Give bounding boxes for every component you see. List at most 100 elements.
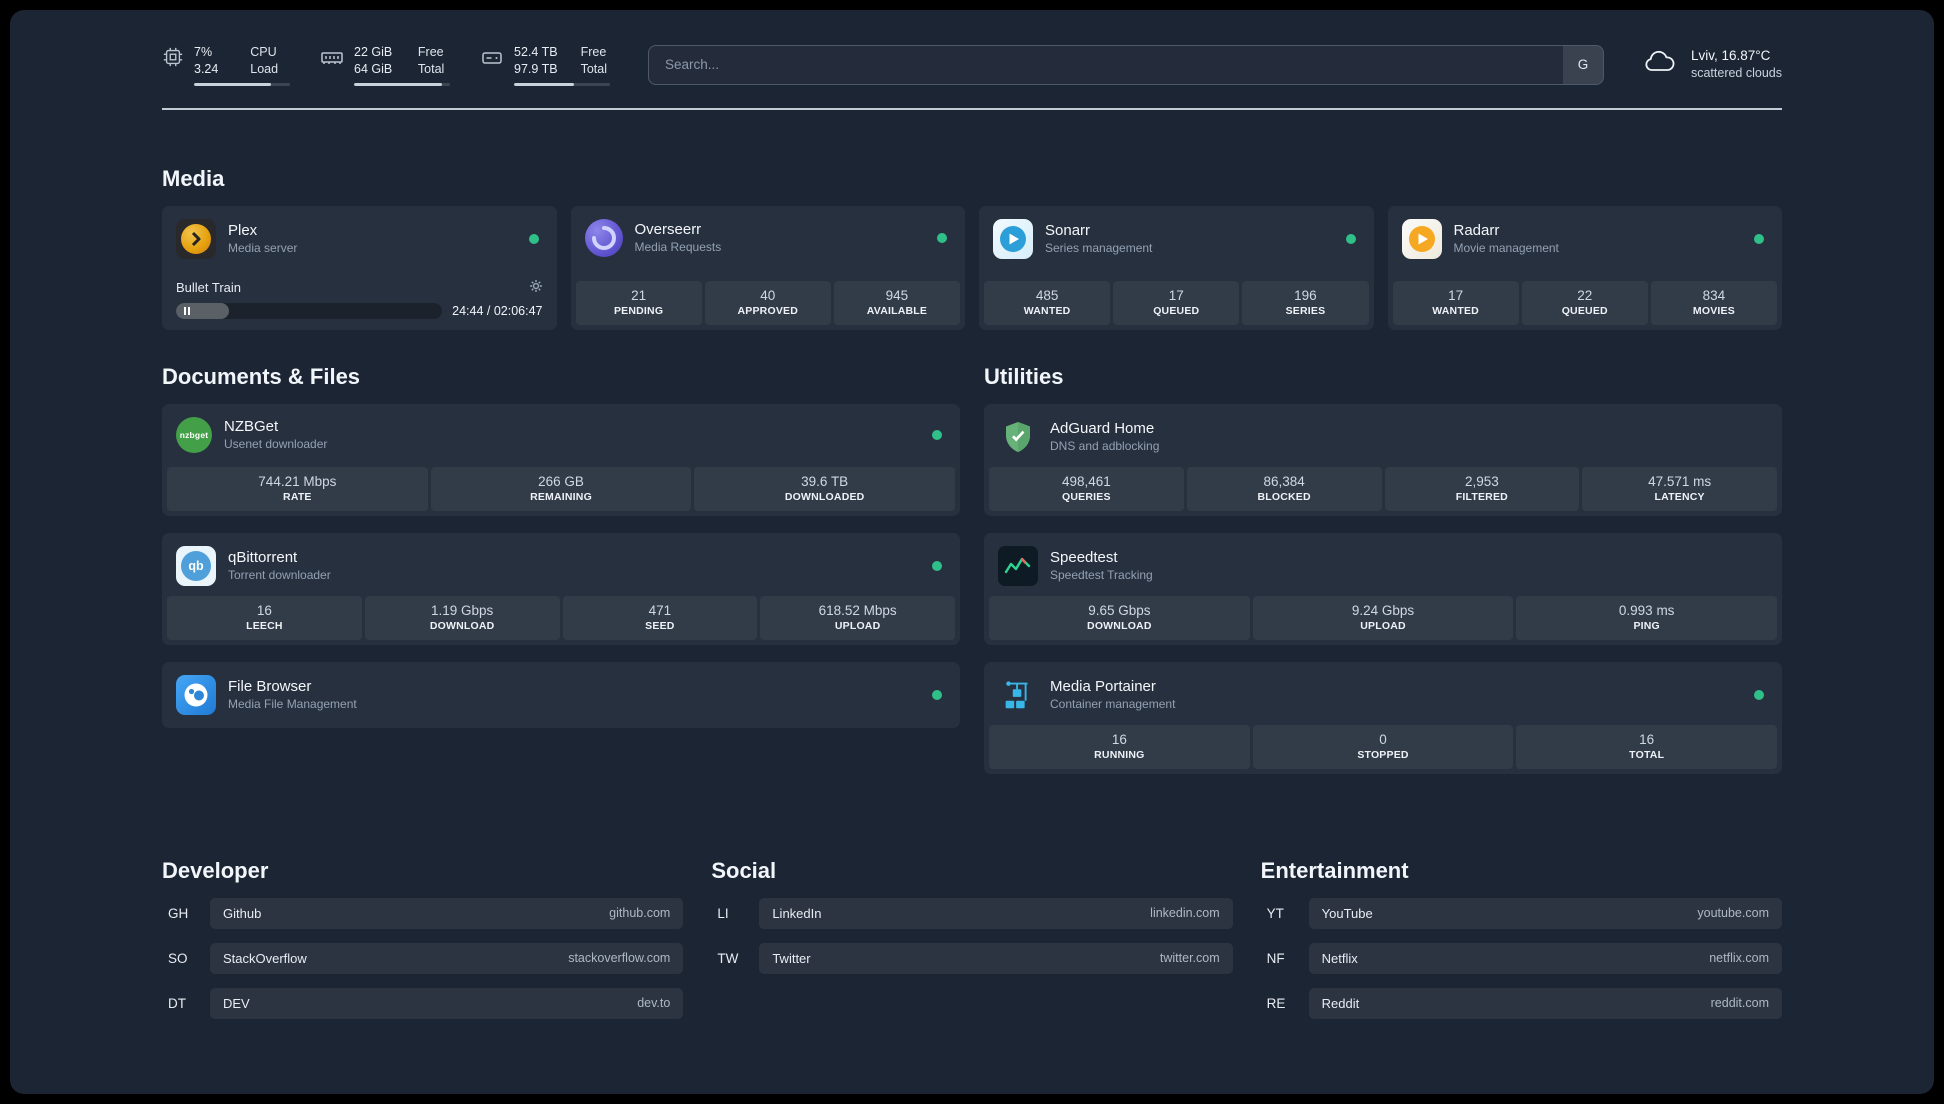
service-card-speedtest[interactable]: Speedtest Speedtest Tracking 9.65 Gbps D… [984, 532, 1782, 645]
section-title-developer: Developer [162, 857, 269, 883]
cpu-label: CPU [250, 45, 277, 59]
filebrowser-icon [176, 674, 216, 715]
stat-downloaded: 39.6 TB DOWNLOADED [694, 466, 956, 511]
disk-icon [480, 46, 504, 75]
adguard-icon [998, 417, 1038, 457]
service-desc: Container management [1050, 697, 1176, 711]
bookmark-netflix[interactable]: NF Netflix netflix.com [1261, 942, 1782, 974]
service-card-overseerr[interactable]: Overseerr Media Requests 21 PENDING 40 A… [570, 205, 965, 330]
stat-running: 16 RUNNING [989, 724, 1250, 769]
service-name: Overseerr [634, 221, 702, 238]
stat-download: 9.65 Gbps DOWNLOAD [989, 595, 1250, 640]
bookmark-name: DEV [223, 995, 250, 1011]
stat-ping: 0.993 ms PING [1516, 595, 1778, 640]
status-dot [1754, 689, 1764, 700]
service-card-plex[interactable]: Plex Media server Bullet Train 24:44 / 0… [162, 205, 557, 330]
resource-memory: 22 GiB Free 64 GiB Total [320, 44, 450, 86]
service-name: Radarr [1453, 222, 1500, 239]
resource-cpu: 7% CPU 3.24 Load [162, 44, 290, 86]
stat-seed: 471 SEED [562, 595, 758, 640]
service-card-radarr[interactable]: Radarr Movie management 17 WANTED 22 QUE… [1387, 205, 1782, 330]
service-desc: Media server [228, 241, 298, 255]
bookmark-linkedin[interactable]: LI LinkedIn linkedin.com [711, 897, 1233, 929]
stat-filtered: 2,953 FILTERED [1384, 466, 1580, 511]
bookmark-name: Github [223, 905, 262, 921]
disk-total-label: Total [580, 62, 607, 77]
weather-condition: scattered clouds [1690, 66, 1782, 81]
header-divider [162, 107, 1782, 110]
service-desc: Media Requests [634, 240, 722, 254]
now-playing-widget: Bullet Train 24:44 / 02:06:47 [167, 279, 552, 325]
stat-rate: 744.21 Mbps RATE [167, 466, 428, 511]
google-search-button[interactable]: G [1562, 45, 1603, 84]
playback-progress-bar[interactable] [176, 302, 443, 319]
bookmark-group-developer: Developer GH Github github.com SO StackO… [162, 857, 684, 1033]
status-dot [528, 233, 539, 244]
service-desc: Movie management [1453, 241, 1559, 255]
bookmark-url: netflix.com [1709, 951, 1769, 965]
overseerr-icon [584, 218, 623, 257]
service-card-adguard[interactable]: AdGuard Home DNS and adblocking 498,461 … [984, 403, 1782, 516]
bookmark-group-entertainment: Entertainment YT YouTube youtube.com NF … [1261, 858, 1782, 1033]
bookmark-name: Netflix [1321, 950, 1358, 966]
disk-free-value: 52.4 TB [514, 45, 558, 59]
status-dot [1345, 233, 1356, 244]
stat-upload: 618.52 Mbps UPLOAD [760, 595, 955, 640]
bookmark-name: StackOverflow [223, 950, 307, 966]
bookmark-name: YouTube [1321, 905, 1373, 921]
stat-movies: 834 MOVIES [1650, 280, 1778, 325]
service-card-portainer[interactable]: Media Portainer Container management 16 … [984, 661, 1782, 774]
service-desc: Speedtest Tracking [1050, 568, 1153, 582]
section-title-social: Social [711, 857, 777, 883]
status-dot [932, 429, 942, 440]
bookmark-name: Reddit [1321, 995, 1360, 1011]
bookmark-twitter[interactable]: TW Twitter twitter.com [711, 942, 1233, 974]
speedtest-icon [998, 545, 1038, 586]
cpu-icon [162, 46, 184, 73]
service-name: Speedtest [1050, 549, 1118, 566]
stat-leech: 16 LEECH [167, 595, 362, 640]
bookmark-url: stackoverflow.com [568, 951, 671, 965]
plex-icon [176, 218, 216, 259]
bookmark-dev[interactable]: DT DEV dev.to [162, 987, 684, 1019]
bookmark-stackoverflow[interactable]: SO StackOverflow stackoverflow.com [162, 942, 684, 974]
bookmark-abbr: NF [1266, 950, 1285, 966]
bookmark-abbr: TW [717, 950, 739, 966]
bookmark-abbr: DT [168, 995, 186, 1011]
stat-pending: 21 PENDING [575, 280, 702, 325]
bookmark-url: reddit.com [1710, 996, 1769, 1010]
cloud-icon [1642, 48, 1678, 81]
disk-total-value: 97.9 TB [514, 62, 558, 77]
service-card-nzbget[interactable]: nzbget NZBGet Usenet downloader 744.21 M… [162, 403, 960, 516]
stat-wanted: 17 WANTED [1392, 280, 1519, 325]
search-input[interactable] [649, 45, 1563, 84]
service-name: NZBGet [224, 418, 279, 435]
memory-free-value: 22 GiB [354, 45, 393, 59]
bookmark-reddit[interactable]: RE Reddit reddit.com [1261, 987, 1782, 1019]
memory-total-value: 64 GiB [354, 62, 393, 77]
cpu-usage-value: 7% [194, 45, 213, 59]
bookmark-youtube[interactable]: YT YouTube youtube.com [1261, 897, 1782, 929]
cpu-load-label: Load [250, 62, 279, 77]
service-card-sonarr[interactable]: Sonarr Series management 485 WANTED 17 Q… [979, 205, 1374, 330]
cpu-load-value: 3.24 [194, 62, 219, 77]
stat-stopped: 0 STOPPED [1252, 724, 1514, 769]
bookmark-abbr: SO [168, 950, 188, 966]
service-name: Media Portainer [1050, 678, 1156, 695]
now-playing-title: Bullet Train [176, 279, 242, 295]
bookmark-github[interactable]: GH Github github.com [162, 897, 684, 929]
stat-total: 16 TOTAL [1516, 724, 1778, 769]
bookmark-name: Twitter [772, 950, 811, 966]
bookmark-url: dev.to [637, 996, 671, 1010]
stat-wanted: 485 WANTED [984, 280, 1111, 325]
service-card-qbittorrent[interactable]: qb qBittorrent Torrent downloader 16 LEE… [162, 532, 960, 645]
service-card-filebrowser[interactable]: File Browser Media File Management [162, 661, 960, 728]
stat-queued: 17 QUEUED [1113, 280, 1240, 325]
stat-latency: 47.571 ms LATENCY [1582, 466, 1777, 511]
sonarr-icon [993, 218, 1033, 259]
stat-queued: 22 QUEUED [1521, 280, 1648, 325]
weather-widget: Lviv, 16.87°C scattered clouds [1642, 47, 1782, 83]
gear-icon[interactable] [529, 279, 543, 296]
bookmark-abbr: GH [168, 905, 189, 921]
service-desc: Media File Management [228, 697, 357, 711]
